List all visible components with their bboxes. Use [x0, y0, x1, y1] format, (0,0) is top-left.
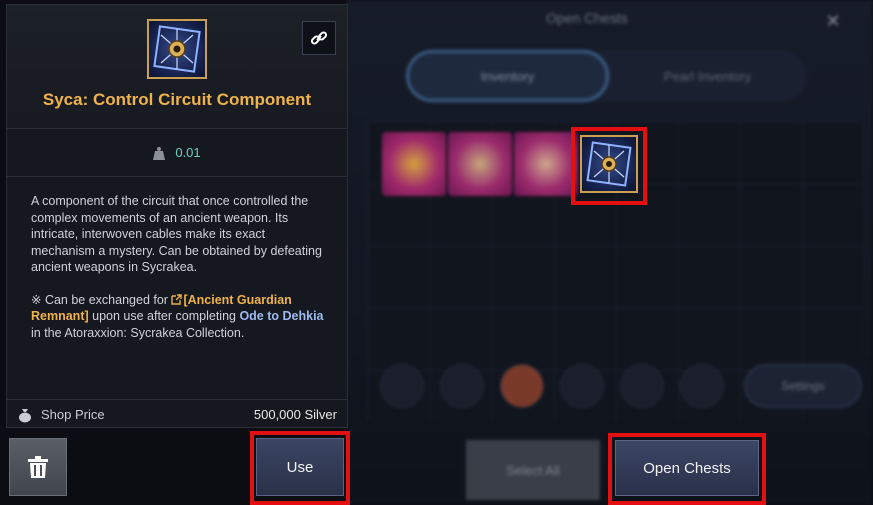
settings-button[interactable]: Settings [744, 364, 862, 408]
chest-slot[interactable] [448, 132, 512, 196]
tab-pearl-inventory[interactable]: Pearl Inventory [609, 50, 806, 102]
exchange-suffix: in the Atoraxxion: Sycrakea Collection. [31, 325, 245, 340]
item-description: A component of the circuit that once con… [31, 193, 331, 341]
shop-price-row: Shop Price 500,000 Silver [7, 399, 347, 429]
tab-inventory[interactable]: Inventory [406, 50, 609, 102]
item-header: Syca: Control Circuit Component [7, 5, 347, 129]
close-icon[interactable]: ✕ [824, 12, 842, 30]
chest-slot[interactable] [382, 132, 446, 196]
exchange-note: ※ Can be exchanged for [Ancient Guardian… [31, 292, 331, 342]
control-button[interactable] [680, 364, 724, 408]
weight-icon [153, 146, 166, 160]
circuit-component-icon [153, 25, 201, 73]
item-weight: 0.01 [175, 145, 201, 160]
silver-bag-icon [19, 408, 31, 422]
item-tooltip: Syca: Control Circuit Component 0.01 A c… [6, 4, 348, 428]
trash-icon [28, 456, 48, 478]
quest-link[interactable]: Ode to Dehkia [239, 309, 323, 323]
external-link-icon [171, 293, 183, 305]
window-title: Open Chests [546, 10, 628, 26]
exchange-prefix: ※ Can be exchanged for [31, 292, 172, 307]
control-button[interactable] [620, 364, 664, 408]
open-chests-button[interactable]: Open Chests [615, 440, 759, 496]
exchange-mid: upon use after completing [88, 309, 240, 323]
selected-item-slot[interactable] [580, 135, 638, 193]
weight-row: 0.01 [7, 129, 347, 177]
control-button[interactable] [560, 364, 604, 408]
link-button[interactable] [302, 21, 336, 55]
item-title: Syca: Control Circuit Component [42, 90, 312, 109]
select-all-button[interactable]: Select All [466, 440, 600, 500]
link-icon [310, 31, 328, 45]
item-icon [147, 19, 207, 79]
open-chests-window: Open Chests ✕ Inventory Pearl Inventory … [346, 0, 873, 505]
circuit-component-icon [586, 141, 632, 187]
description-text: A component of the circuit that once con… [31, 194, 322, 274]
chest-controls: Settings [366, 356, 866, 416]
control-button[interactable] [500, 364, 544, 408]
use-button[interactable]: Use [256, 438, 344, 496]
chest-slot[interactable] [514, 132, 578, 196]
control-button[interactable] [440, 364, 484, 408]
control-button[interactable] [380, 364, 424, 408]
shop-price-label: Shop Price [41, 407, 105, 422]
shop-price-value: 500,000 Silver [253, 407, 337, 422]
delete-button[interactable] [9, 438, 67, 496]
inventory-tabs: Inventory Pearl Inventory [406, 50, 806, 102]
